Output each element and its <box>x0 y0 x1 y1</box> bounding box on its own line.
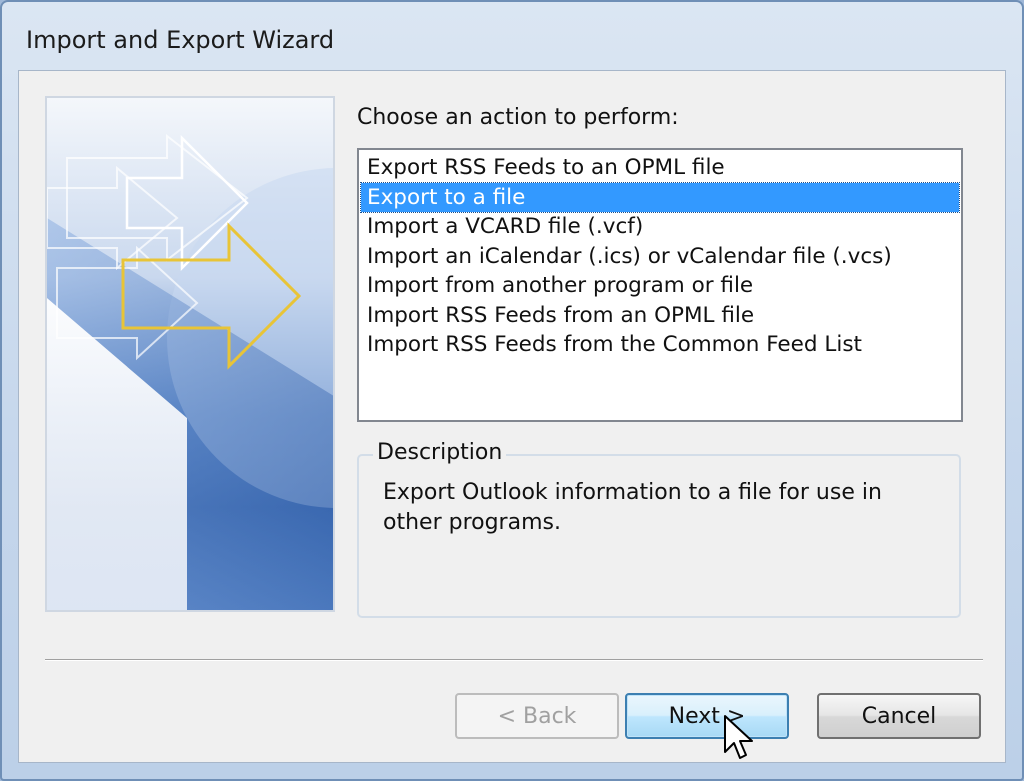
action-listbox[interactable]: Export RSS Feeds to an OPML file Export … <box>357 148 963 422</box>
wizard-body: Choose an action to perform: Export RSS … <box>18 70 1006 763</box>
title-bar[interactable]: Import and Export Wizard <box>2 2 1022 68</box>
list-item-import-rss-opml[interactable]: Import RSS Feeds from an OPML file <box>361 301 959 331</box>
list-item-export-to-file[interactable]: Export to a file <box>360 181 960 213</box>
description-text: Export Outlook information to a file for… <box>383 480 882 535</box>
wizard-banner-graphic <box>45 96 335 612</box>
list-item-import-icalendar[interactable]: Import an iCalendar (.ics) or vCalendar … <box>361 242 959 272</box>
action-prompt-label: Choose an action to perform: <box>357 105 679 130</box>
wizard-window: Import and Export Wizard Choose an actio… <box>0 0 1024 781</box>
list-item-import-rss-common-feed[interactable]: Import RSS Feeds from the Common Feed Li… <box>361 330 959 360</box>
list-item-export-rss-opml[interactable]: Export RSS Feeds to an OPML file <box>361 153 959 183</box>
footer-separator <box>45 659 983 661</box>
next-button[interactable]: Next > <box>625 693 789 739</box>
window-title: Import and Export Wizard <box>26 26 335 54</box>
import-export-arrows-graphic <box>47 133 333 610</box>
description-group: Description Export Outlook information t… <box>357 440 961 618</box>
back-button[interactable]: < Back <box>455 693 619 739</box>
description-legend: Description <box>373 440 507 465</box>
mouse-pointer-icon <box>724 715 753 759</box>
cancel-button[interactable]: Cancel <box>817 693 981 739</box>
list-item-import-from-program[interactable]: Import from another program or file <box>361 271 959 301</box>
list-item-import-vcard[interactable]: Import a VCARD file (.vcf) <box>361 212 959 242</box>
